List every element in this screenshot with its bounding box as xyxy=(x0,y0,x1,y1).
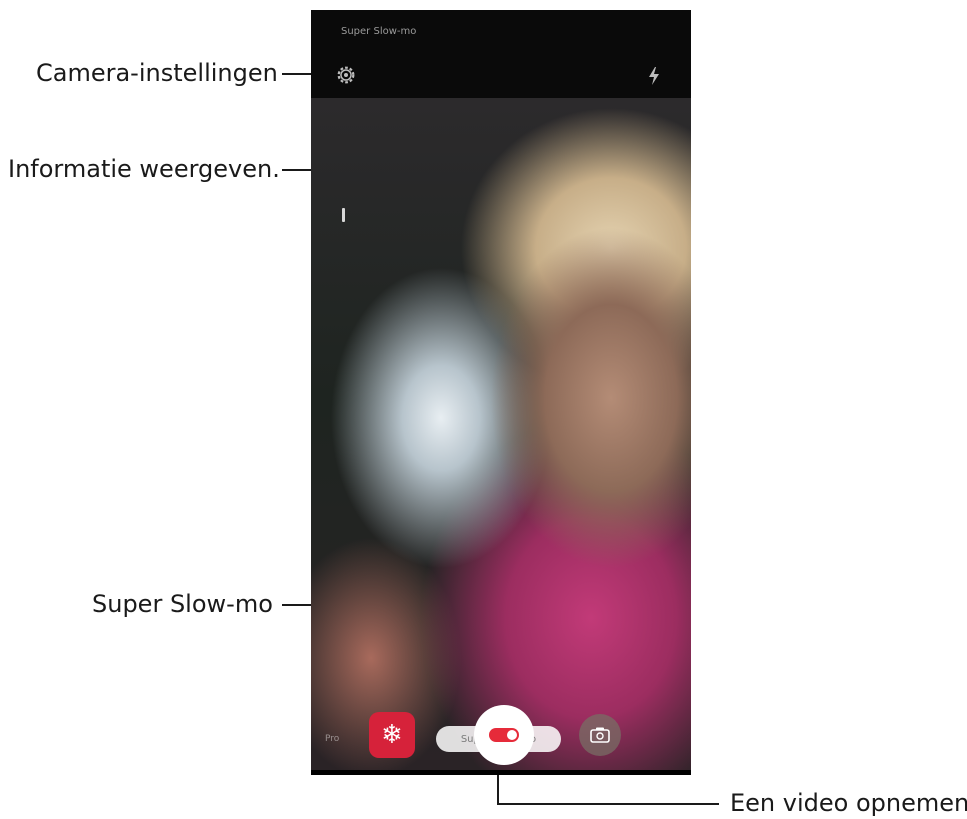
switch-camera-icon[interactable] xyxy=(579,714,621,756)
info-icon[interactable] xyxy=(342,208,345,222)
switch-camera-glyph xyxy=(590,727,610,743)
mode-title: Super Slow-mo xyxy=(341,26,417,37)
callout-super-slowmo: Super Slow-mo xyxy=(92,590,273,618)
callout-camera-settings: Camera-instellingen xyxy=(36,59,278,87)
camera-top-bar: Super Slow-mo xyxy=(311,10,691,98)
camera-viewfinder[interactable]: Pro Super Slow-mo xyxy=(311,98,691,770)
record-icon xyxy=(489,728,519,742)
flash-icon[interactable] xyxy=(647,66,661,86)
callout-record-video: Een video opnemen. xyxy=(730,789,967,817)
gear-icon[interactable] xyxy=(335,64,357,86)
leader-record-video xyxy=(497,803,719,805)
phone-screen: Super Slow-mo Pro Super Slow-mo ❄ xyxy=(311,10,691,775)
snowflake-icon[interactable]: ❄ xyxy=(369,712,415,758)
callout-show-info: Informatie weergeven. xyxy=(8,155,280,183)
bottom-controls: ❄ xyxy=(311,705,691,775)
record-button[interactable] xyxy=(474,705,534,765)
